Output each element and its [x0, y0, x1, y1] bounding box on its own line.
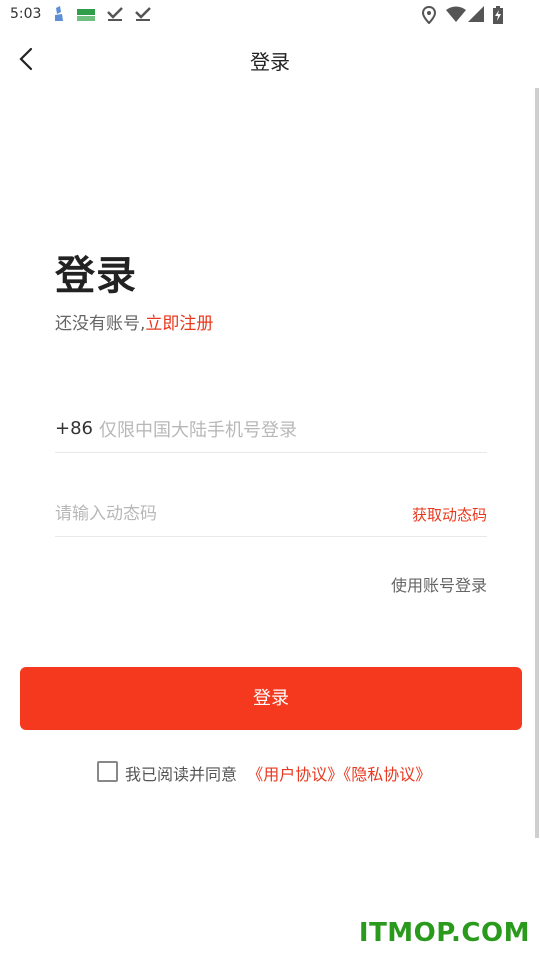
verification-code-input[interactable] — [55, 498, 355, 530]
account-login-link[interactable]: 使用账号登录 — [391, 572, 487, 596]
privacy-agreement-link[interactable]: 《隐私协议》 — [343, 765, 431, 784]
wifi-icon — [446, 6, 466, 22]
site-watermark: ITMOP.COM — [358, 918, 530, 948]
top-bar: 登录 — [0, 30, 540, 88]
country-code[interactable]: +86 — [55, 418, 93, 439]
cell-signal-icon — [468, 6, 484, 22]
download-done-icon — [107, 7, 123, 21]
page-title: 登录 — [250, 50, 290, 74]
location-icon — [422, 6, 436, 24]
user-agreement-link[interactable]: 《用户协议》 — [247, 765, 343, 784]
phone-field-row: +86 — [55, 414, 487, 453]
status-time: 5:03 — [10, 6, 42, 22]
agreement-checkbox[interactable] — [97, 761, 118, 782]
register-link[interactable]: 立即注册 — [145, 314, 213, 334]
status-bar: 5:03 — [0, 0, 540, 30]
register-prompt: 还没有账号,立即注册 — [55, 309, 213, 334]
notification-bank-icon — [77, 9, 95, 21]
get-code-button[interactable]: 获取动态码 — [412, 504, 487, 525]
agreement-prefix: 我已阅读并同意 — [125, 765, 238, 784]
battery-charging-icon — [493, 6, 503, 24]
agreement-text: 我已阅读并同意 《用户协议》《隐私协议》 — [125, 761, 431, 785]
scrollbar[interactable] — [535, 88, 539, 838]
code-field-row: 获取动态码 — [55, 498, 487, 537]
login-button[interactable]: 登录 — [20, 667, 522, 730]
phone-input[interactable] — [99, 414, 479, 446]
login-heading: 登录 — [55, 253, 137, 299]
download-done-icon-2 — [135, 7, 151, 21]
notification-app-icon — [55, 6, 63, 21]
no-account-text: 还没有账号, — [55, 314, 146, 334]
